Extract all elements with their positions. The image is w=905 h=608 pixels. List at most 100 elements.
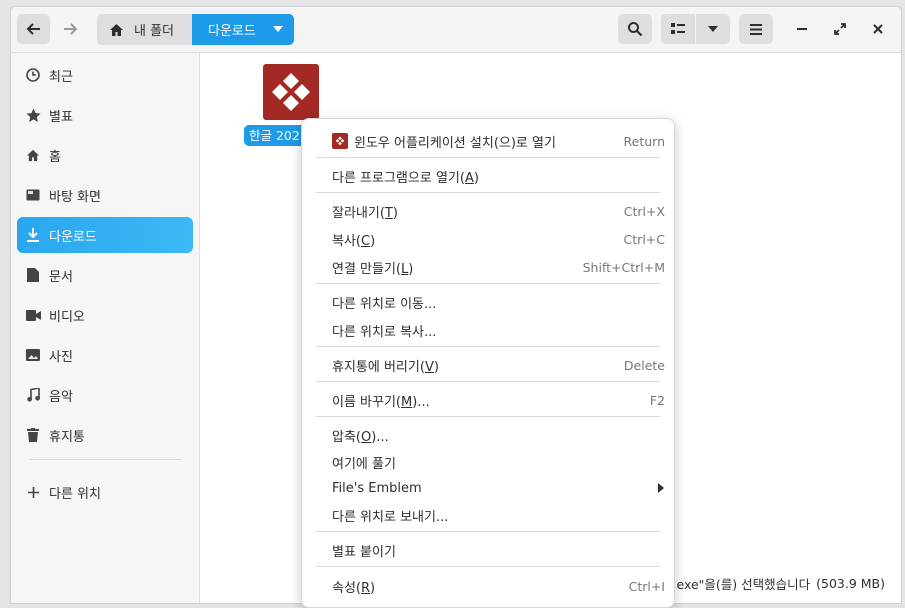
video-icon — [25, 307, 41, 323]
menu-label: 다른 위치로 복사... — [332, 324, 437, 340]
sidebar: 최근 별표 홈 바탕 화면 다운로드 문서 비디오 사진 음악 휴지통 다른 위… — [11, 53, 200, 603]
menu-item-copy[interactable]: 복사(C) Ctrl+C — [302, 226, 674, 252]
menu-item-open-with-app[interactable]: 윈도우 어플리케이션 설치(으)로 열기 Return — [302, 128, 674, 154]
menu-item-rename[interactable]: 이름 바꾸기(M)... F2 — [302, 387, 674, 413]
sidebar-item-downloads[interactable]: 다운로드 — [17, 217, 193, 253]
back-button[interactable] — [17, 14, 50, 44]
sidebar-divider — [29, 459, 181, 460]
menu-item-send-to[interactable]: 다른 위치로 보내기... — [302, 502, 674, 528]
minimize-icon — [797, 28, 807, 30]
menu-separator — [316, 416, 660, 417]
menu-item-file-emblem[interactable]: File's Emblem — [302, 475, 674, 501]
chevron-down-icon — [708, 26, 718, 32]
close-button[interactable] — [863, 14, 893, 44]
breadcrumb-home[interactable]: 내 폴더 — [97, 14, 193, 45]
breadcrumb-current-label: 다운로드 — [208, 24, 256, 39]
sidebar-item-desktop[interactable]: 바탕 화면 — [17, 177, 193, 213]
sidebar-item-label: 비디오 — [49, 309, 85, 325]
menu-label: 이름 바꾸기(M)... — [332, 394, 430, 410]
sidebar-item-music[interactable]: 음악 — [17, 377, 193, 413]
plus-icon — [25, 484, 41, 500]
menu-label: 다른 프로그램으로 열기(A) — [332, 170, 479, 186]
star-icon — [25, 107, 41, 123]
sidebar-item-label: 별표 — [49, 109, 73, 125]
trash-icon — [25, 427, 41, 443]
download-icon — [25, 227, 41, 243]
menu-item-make-link[interactable]: 연결 만들기(L) Shift+Ctrl+M — [302, 254, 674, 280]
windows-app-icon — [332, 133, 348, 149]
view-mode-button[interactable] — [661, 14, 695, 44]
sidebar-item-home[interactable]: 홈 — [17, 137, 193, 173]
sidebar-item-label: 음악 — [49, 389, 73, 405]
submenu-arrow-icon — [658, 483, 664, 493]
menu-label: 여기에 풀기 — [332, 456, 396, 472]
menu-item-move-to-trash[interactable]: 휴지통에 버리기(V) Delete — [302, 352, 674, 378]
home-icon — [25, 147, 41, 163]
view-options-button[interactable] — [696, 14, 730, 44]
sidebar-item-label: 바탕 화면 — [49, 189, 101, 205]
menu-accel: Ctrl+C — [623, 231, 665, 247]
menu-label: File's Emblem — [332, 480, 422, 496]
menu-accel: Shift+Ctrl+M — [582, 259, 665, 275]
menu-accel: Ctrl+X — [623, 203, 665, 219]
windows-app-file-icon[interactable] — [263, 64, 319, 120]
menu-accel: Return — [623, 133, 665, 149]
context-menu: 윈도우 어플리케이션 설치(으)로 열기 Return 다른 프로그램으로 열기… — [301, 118, 675, 608]
menu-separator — [316, 346, 660, 347]
sidebar-item-starred[interactable]: 별표 — [17, 97, 193, 133]
chevron-down-icon — [273, 26, 283, 32]
header-bar: 내 폴더 다운로드 — [11, 7, 901, 53]
forward-button[interactable] — [55, 14, 85, 44]
sidebar-item-documents[interactable]: 문서 — [17, 257, 193, 293]
minimize-button[interactable] — [787, 14, 817, 44]
menu-separator — [316, 381, 660, 382]
menu-accel: F2 — [649, 392, 665, 408]
maximize-icon — [834, 23, 846, 35]
sidebar-item-label: 문서 — [49, 269, 73, 285]
menu-item-compress[interactable]: 압축(O)... — [302, 422, 674, 448]
menu-label: 압축(O)... — [332, 429, 389, 445]
arrow-right-icon — [64, 23, 78, 35]
document-icon — [25, 267, 41, 283]
sidebar-item-other-locations[interactable]: 다른 위치 — [17, 474, 193, 510]
menu-item-cut[interactable]: 잘라내기(T) Ctrl+X — [302, 198, 674, 224]
menu-item-properties[interactable]: 속성(R) Ctrl+I — [302, 573, 674, 599]
menu-separator — [316, 283, 660, 284]
menu-item-copy-to[interactable]: 다른 위치로 복사... — [302, 317, 674, 343]
menu-label: 다른 위치로 이동... — [332, 296, 437, 312]
home-icon — [110, 23, 123, 36]
menu-item-star[interactable]: 별표 붙이기 — [302, 537, 674, 563]
menu-accel: Delete — [623, 357, 665, 373]
sidebar-item-label: 홈 — [49, 149, 61, 165]
menu-label: 휴지통에 버리기(V) — [332, 359, 439, 375]
menu-label: 별표 붙이기 — [332, 544, 396, 560]
menu-separator — [316, 531, 660, 532]
sidebar-item-label: 휴지통 — [49, 429, 85, 445]
music-icon — [25, 387, 41, 403]
breadcrumb-current[interactable]: 다운로드 — [192, 14, 294, 45]
search-icon — [628, 22, 643, 37]
sidebar-item-label: 다운로드 — [49, 229, 97, 245]
maximize-button[interactable] — [825, 14, 855, 44]
sidebar-item-trash[interactable]: 휴지통 — [17, 417, 193, 453]
breadcrumb-home-label: 내 폴더 — [134, 24, 175, 39]
sidebar-item-label: 다른 위치 — [49, 486, 101, 502]
menu-item-extract-here[interactable]: 여기에 풀기 — [302, 449, 674, 475]
menu-item-open-other[interactable]: 다른 프로그램으로 열기(A) — [302, 163, 674, 189]
sidebar-item-label: 최근 — [49, 69, 73, 85]
status-size: (503.9 MB) — [816, 575, 885, 591]
sidebar-item-pictures[interactable]: 사진 — [17, 337, 193, 373]
status-text: exe"을(를) 선택했습니다 — [676, 576, 811, 592]
menu-separator — [316, 157, 660, 158]
menu-label: 속성(R) — [332, 580, 376, 596]
clock-icon — [25, 67, 41, 83]
menu-label: 다른 위치로 보내기... — [332, 509, 449, 525]
arrow-left-icon — [26, 23, 40, 35]
main-menu-button[interactable] — [739, 14, 773, 44]
list-view-icon — [671, 23, 685, 34]
sidebar-item-videos[interactable]: 비디오 — [17, 297, 193, 333]
menu-item-move-to[interactable]: 다른 위치로 이동... — [302, 289, 674, 315]
search-button[interactable] — [618, 14, 652, 44]
desktop-icon — [25, 187, 41, 203]
sidebar-item-recent[interactable]: 최근 — [17, 57, 193, 93]
